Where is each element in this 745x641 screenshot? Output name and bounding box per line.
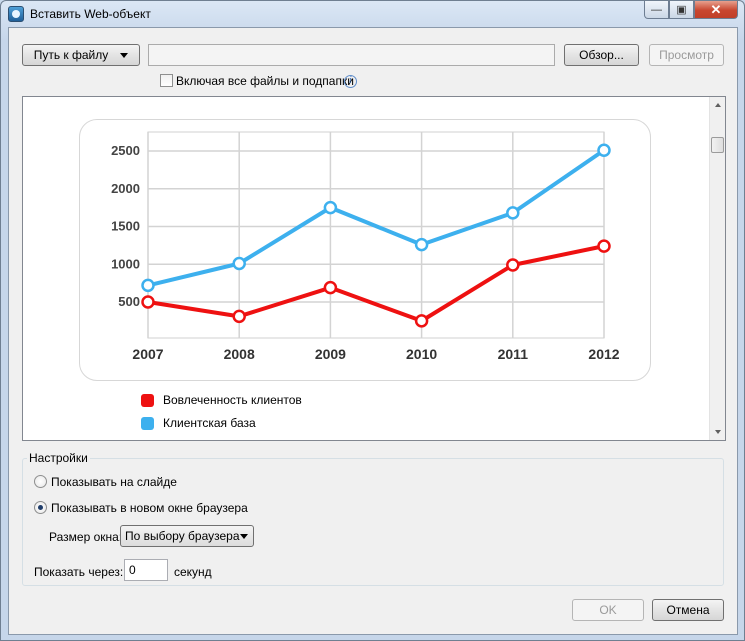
window-size-label: Размер окна: [49, 530, 123, 544]
show-on-slide-radio[interactable] [34, 475, 47, 488]
data-point-1 [597, 143, 611, 157]
include-subfolders-label: Включая все файлы и подпапки [176, 74, 354, 88]
y-tick-label: 1500 [111, 219, 140, 234]
data-point-0 [597, 239, 611, 253]
data-point-0 [141, 295, 155, 309]
chevron-down-icon [240, 534, 248, 539]
app-icon [8, 6, 24, 22]
maximize-icon: ▣ [676, 4, 687, 16]
settings-group: Настройки Показывать на слайде Показыват… [22, 451, 724, 586]
arrow-up-icon [714, 103, 721, 107]
data-point-1 [232, 256, 246, 271]
close-button[interactable]: ✕ [694, 1, 738, 19]
data-point-0 [323, 280, 338, 295]
data-point-0 [232, 309, 246, 324]
web-preview-pane[interactable]: 2500 2000 1500 1000 500 2007 2008 2009 2010 2011 2… [22, 96, 726, 441]
data-point-1 [141, 278, 155, 293]
path-type-dropdown[interactable]: Путь к файлу [22, 44, 140, 66]
data-point-1 [506, 206, 520, 220]
x-tick-label: 2008 [224, 346, 255, 362]
show-in-browser-radio[interactable] [34, 501, 47, 514]
x-tick-label: 2007 [132, 346, 163, 362]
line-chart: 2500 2000 1500 1000 500 2007 2008 2009 2010 2011 2… [111, 131, 620, 362]
path-type-label: Путь к файлу [33, 48, 109, 62]
x-tick-label: 2009 [315, 346, 346, 362]
dialog-body: Путь к файлу Обзор... Просмотр Включая в… [8, 27, 738, 635]
data-point-0 [506, 258, 520, 272]
data-point-1 [414, 237, 429, 252]
plot-frame [147, 131, 605, 339]
legend-swatch-engagement [141, 393, 154, 407]
ok-button[interactable]: OK [572, 599, 644, 621]
arrow-down-icon [714, 430, 721, 434]
data-point-0 [414, 314, 429, 328]
title-bar[interactable]: Вставить Web-объект — ▣ ✕ [1, 1, 744, 27]
scroll-thumb[interactable] [711, 137, 724, 153]
legend-label-client-base: Клиентская база [163, 416, 256, 430]
maximize-button[interactable]: ▣ [669, 1, 694, 19]
series-line-1 [147, 148, 606, 288]
show-in-browser-label: Показывать в новом окне браузера [51, 501, 248, 515]
settings-group-title: Настройки [27, 451, 90, 465]
browse-button[interactable]: Обзор... [564, 44, 639, 66]
y-tick-label: 1000 [111, 256, 140, 271]
preview-scrollbar[interactable] [709, 97, 725, 440]
preview-button[interactable]: Просмотр [649, 44, 724, 66]
close-icon: ✕ [710, 1, 722, 17]
show-after-seconds-input[interactable] [124, 559, 168, 581]
window-controls: — ▣ ✕ [644, 1, 738, 20]
show-after-label: Показать через: [34, 565, 124, 579]
seconds-label: секунд [174, 565, 212, 579]
window-size-select[interactable]: По выбору браузера [120, 525, 254, 547]
chart-card: 2500 2000 1500 1000 500 2007 2008 2009 2010 2011 2… [79, 119, 651, 381]
file-path-input[interactable] [148, 44, 555, 66]
window-title: Вставить Web-объект [30, 7, 151, 21]
dialog-window: Вставить Web-объект — ▣ ✕ Путь к файлу О… [0, 0, 745, 641]
legend-label-engagement: Вовлеченность клиентов [163, 393, 302, 407]
series-line-0 [147, 244, 605, 323]
legend-item-client-base: Клиентская база [141, 415, 256, 431]
y-tick-label: 2500 [111, 143, 140, 158]
data-point-1 [323, 200, 338, 215]
minimize-icon: — [651, 3, 662, 16]
x-tick-label: 2011 [498, 346, 529, 362]
chevron-down-icon [120, 52, 129, 58]
scroll-down-button[interactable] [710, 424, 725, 440]
include-subfolders-checkbox[interactable] [160, 74, 173, 87]
minimize-button[interactable]: — [644, 1, 669, 19]
x-tick-label: 2012 [588, 346, 619, 362]
cancel-button[interactable]: Отмена [652, 599, 724, 621]
legend-swatch-client-base [141, 416, 154, 430]
y-tick-label: 500 [118, 294, 140, 309]
y-tick-label: 2000 [111, 181, 140, 196]
show-on-slide-label: Показывать на слайде [51, 475, 177, 489]
info-icon[interactable]: i [344, 75, 357, 88]
window-size-value: По выбору браузера [125, 529, 240, 543]
x-tick-label: 2010 [406, 346, 437, 362]
scroll-up-button[interactable] [710, 97, 725, 113]
legend-item-engagement: Вовлеченность клиентов [141, 392, 302, 408]
